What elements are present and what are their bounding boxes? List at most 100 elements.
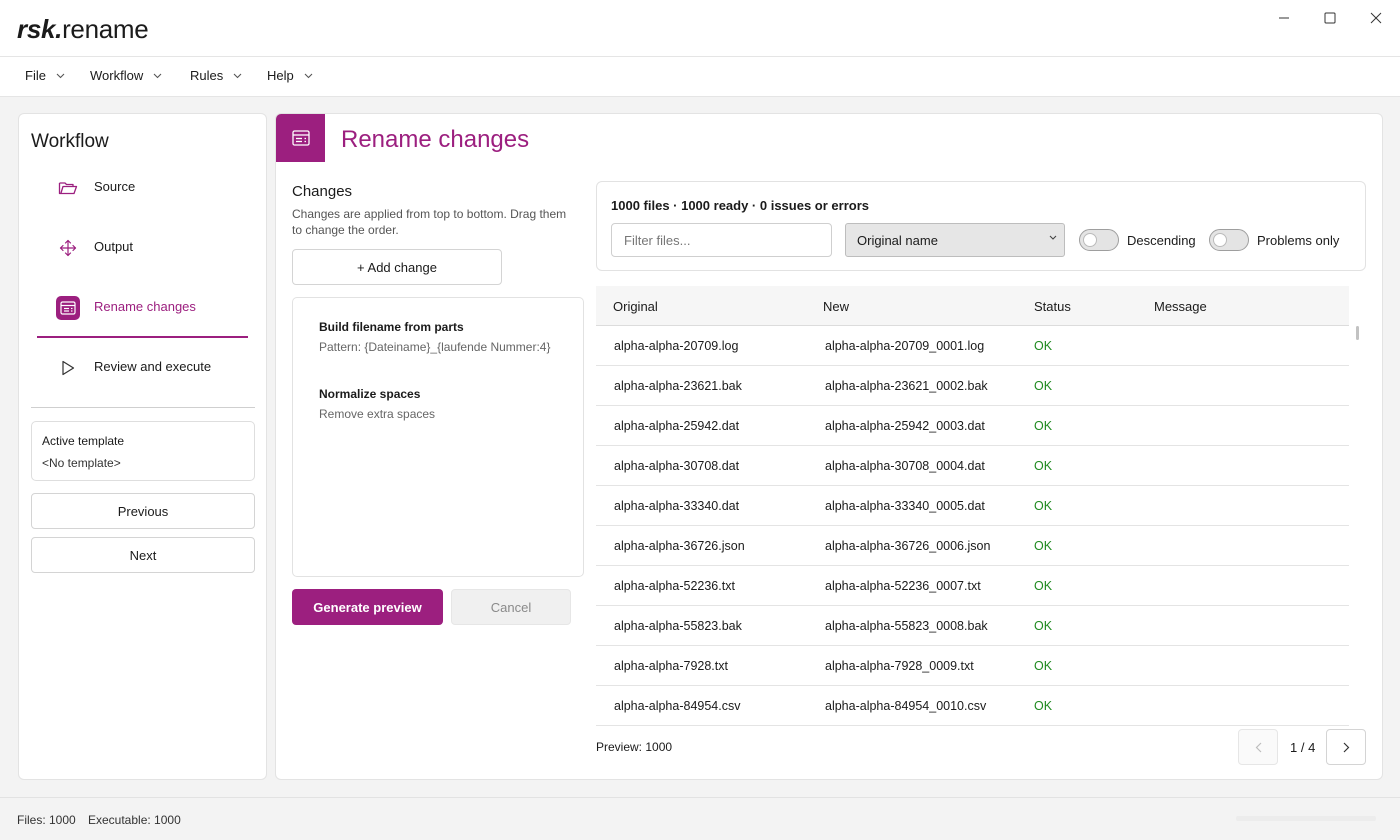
table-row[interactable]: alpha-alpha-52236.txt alpha-alpha-52236_0… <box>596 566 1349 606</box>
cell-original: alpha-alpha-30708.dat <box>614 459 740 473</box>
close-icon <box>1370 12 1382 24</box>
title-bar: rsk.rename <box>0 0 1400 57</box>
sidebar-item-label: Rename changes <box>94 299 196 314</box>
close-button[interactable] <box>1353 0 1399 36</box>
chevron-down-icon <box>304 73 313 78</box>
menu-workflow[interactable]: Workflow <box>90 68 162 83</box>
menu-file-label: File <box>25 68 46 83</box>
generate-preview-button[interactable]: Generate preview <box>292 589 443 625</box>
cell-new: alpha-alpha-25942_0003.dat <box>825 419 985 433</box>
change-item-title: Normalize spaces <box>319 387 421 401</box>
sidebar-item-review[interactable]: Review and execute <box>37 338 248 398</box>
cell-status: OK <box>1034 379 1053 393</box>
menu-help[interactable]: Help <box>267 68 313 83</box>
filter-panel: 1000 files · 1000 ready · 0 issues or er… <box>596 181 1366 271</box>
change-item-title: Build filename from parts <box>319 320 464 334</box>
change-list: Build filename from parts Pattern: {Date… <box>292 297 584 577</box>
play-icon <box>56 356 80 380</box>
sidebar-title: Workflow <box>31 131 109 152</box>
next-button[interactable]: Next <box>31 537 255 573</box>
changes-icon <box>56 296 80 320</box>
minimize-icon <box>1279 17 1289 19</box>
cell-new: alpha-alpha-36726_0006.json <box>825 539 991 553</box>
chevron-down-icon <box>1049 235 1057 240</box>
cancel-button[interactable]: Cancel <box>451 589 571 625</box>
chevron-left-icon <box>1255 742 1261 752</box>
maximize-icon <box>1324 12 1336 24</box>
cell-status: OK <box>1034 699 1053 713</box>
change-item-build-filename[interactable]: Build filename from parts Pattern: {Date… <box>319 320 550 354</box>
add-change-button[interactable]: + Add change <box>292 249 502 285</box>
main-panel: Rename changes Changes Changes are appli… <box>275 113 1383 780</box>
table-row[interactable]: alpha-alpha-23621.bak alpha-alpha-23621_0… <box>596 366 1349 406</box>
cell-original: alpha-alpha-33340.dat <box>614 499 740 513</box>
menu-help-label: Help <box>267 68 294 83</box>
cell-status: OK <box>1034 339 1053 353</box>
sidebar-item-source[interactable]: Source <box>37 158 248 218</box>
previous-page-button[interactable] <box>1238 729 1278 765</box>
column-header-original[interactable]: Original <box>613 299 658 314</box>
cell-original: alpha-alpha-7928.txt <box>614 659 728 673</box>
chevron-down-icon <box>56 73 65 78</box>
cell-new: alpha-alpha-55823_0008.bak <box>825 619 988 633</box>
status-files: Files: 1000 <box>17 813 76 827</box>
previous-button[interactable]: Previous <box>31 493 255 529</box>
chevron-down-icon <box>233 73 242 78</box>
preview-count: Preview: 1000 <box>596 740 673 754</box>
table-row[interactable]: alpha-alpha-55823.bak alpha-alpha-55823_0… <box>596 606 1349 646</box>
chevron-right-icon <box>1343 742 1349 752</box>
cell-new: alpha-alpha-30708_0004.dat <box>825 459 985 473</box>
change-item-normalize-spaces[interactable]: Normalize spaces Remove extra spaces <box>319 387 435 421</box>
table-header: Original New Status Message <box>596 286 1349 326</box>
descending-label: Descending <box>1127 233 1196 248</box>
table-row[interactable]: alpha-alpha-30708.dat alpha-alpha-30708_0… <box>596 446 1349 486</box>
menu-rules[interactable]: Rules <box>190 68 242 83</box>
table-row[interactable]: alpha-alpha-7928.txt alpha-alpha-7928_000… <box>596 646 1349 686</box>
sidebar-item-label: Source <box>94 179 136 194</box>
cell-original: alpha-alpha-23621.bak <box>614 379 742 393</box>
cell-status: OK <box>1034 619 1053 633</box>
cell-new: alpha-alpha-33340_0005.dat <box>825 499 985 513</box>
cell-new: alpha-alpha-7928_0009.txt <box>825 659 974 673</box>
column-header-status[interactable]: Status <box>1034 299 1071 314</box>
table-row[interactable]: alpha-alpha-20709.log alpha-alpha-20709_0… <box>596 326 1349 366</box>
active-template-value: <No template> <box>42 456 121 470</box>
table-row[interactable]: alpha-alpha-25942.dat alpha-alpha-25942_0… <box>596 406 1349 446</box>
sidebar-item-label: Review and execute <box>94 359 212 374</box>
changes-header-icon <box>276 114 325 162</box>
table-scrollbar[interactable] <box>1356 326 1359 340</box>
menu-file[interactable]: File <box>25 68 65 83</box>
cell-new: alpha-alpha-20709_0001.log <box>825 339 985 353</box>
cell-status: OK <box>1034 659 1053 673</box>
sidebar-item-output[interactable]: Output <box>37 218 248 278</box>
maximize-button[interactable] <box>1307 0 1353 36</box>
column-header-new[interactable]: New <box>823 299 849 314</box>
cell-original: alpha-alpha-52236.txt <box>614 579 735 593</box>
table-row[interactable]: alpha-alpha-36726.json alpha-alpha-36726_… <box>596 526 1349 566</box>
active-template-box: Active template <No template> <box>31 421 255 481</box>
cell-original: alpha-alpha-36726.json <box>614 539 745 553</box>
logo-bold: rsk. <box>17 14 63 44</box>
menu-bar: File Workflow Rules Help <box>0 57 1400 97</box>
table-row[interactable]: alpha-alpha-33340.dat alpha-alpha-33340_0… <box>596 486 1349 526</box>
next-page-button[interactable] <box>1326 729 1366 765</box>
sort-select[interactable]: Original name <box>845 223 1065 257</box>
filter-input[interactable] <box>611 223 832 257</box>
column-header-message[interactable]: Message <box>1154 299 1207 314</box>
minimize-button[interactable] <box>1261 0 1307 36</box>
menu-rules-label: Rules <box>190 68 224 83</box>
cell-original: alpha-alpha-84954.csv <box>614 699 741 713</box>
cell-status: OK <box>1034 459 1053 473</box>
changes-title: Changes <box>292 183 353 200</box>
sidebar-item-rename-changes[interactable]: Rename changes <box>37 278 248 338</box>
problems-only-toggle[interactable] <box>1209 229 1249 251</box>
folder-icon <box>56 176 80 200</box>
preview-table: Original New Status Message alpha-alpha-… <box>596 286 1349 726</box>
descending-toggle[interactable] <box>1079 229 1119 251</box>
table-row[interactable]: alpha-alpha-84954.csv alpha-alpha-84954_0… <box>596 686 1349 726</box>
cell-status: OK <box>1034 579 1053 593</box>
status-progress-area <box>1236 816 1376 821</box>
app-logo: rsk.rename <box>17 14 149 45</box>
cell-original: alpha-alpha-20709.log <box>614 339 739 353</box>
changes-description: Changes are applied from top to bottom. … <box>292 207 567 237</box>
